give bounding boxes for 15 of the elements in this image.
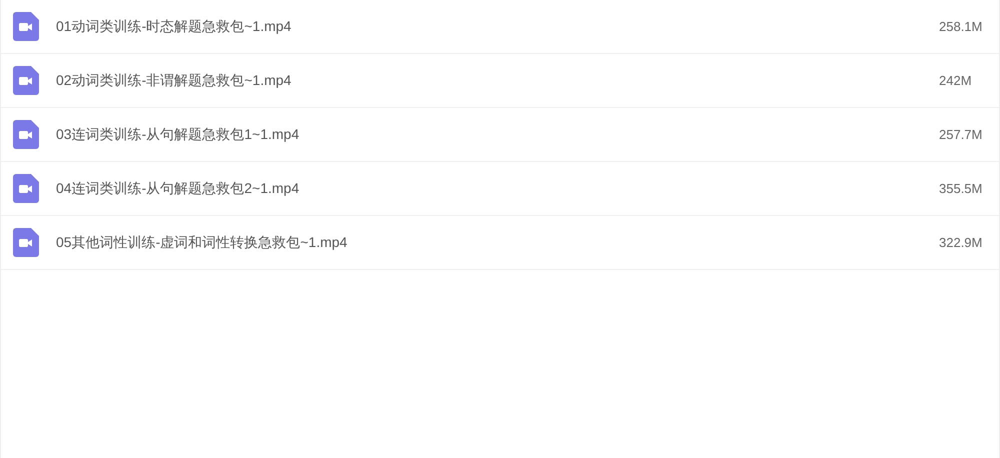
file-name[interactable]: 05其他词性训练-虚词和词性转换急救包~1.mp4 [56, 232, 348, 253]
video-file-icon [13, 174, 39, 203]
file-size: 242M [939, 72, 973, 90]
file-name[interactable]: 04连词类训练-从句解题急救包2~1.mp4 [56, 178, 300, 199]
file-size: 322.9M [939, 234, 984, 252]
video-file-icon [13, 12, 39, 41]
video-file-icon [13, 120, 39, 149]
file-name[interactable]: 03连词类训练-从句解题急救包1~1.mp4 [56, 124, 300, 145]
file-size: 257.7M [939, 126, 984, 144]
video-file-icon [13, 66, 39, 95]
file-size: 355.5M [939, 180, 984, 198]
file-name[interactable]: 02动词类训练-非谓解题急救包~1.mp4 [56, 70, 292, 91]
file-size: 258.1M [939, 18, 984, 36]
video-file-icon [13, 228, 39, 257]
file-name[interactable]: 01动词类训练-时态解题急救包~1.mp4 [56, 16, 292, 37]
